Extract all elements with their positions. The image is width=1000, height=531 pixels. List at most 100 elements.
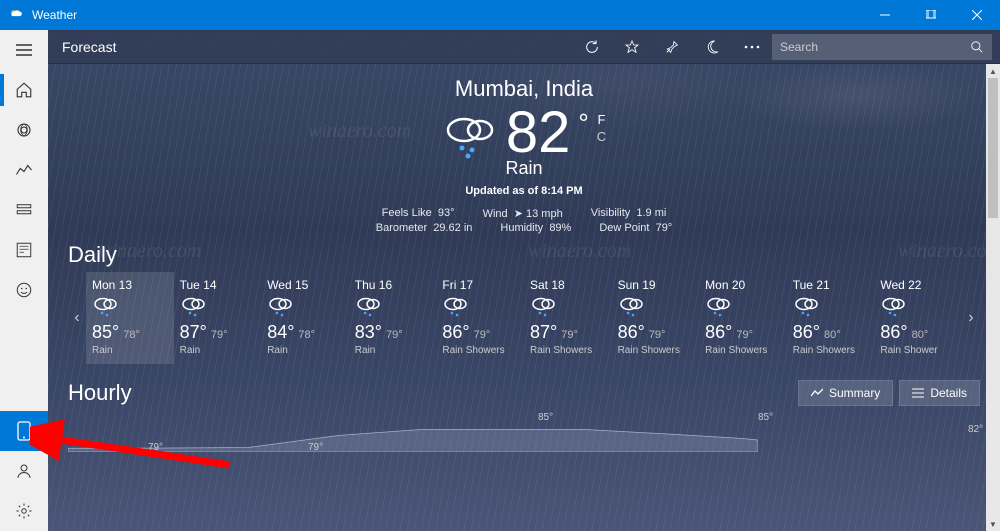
condition-icon — [442, 112, 498, 160]
day-condition: Rain Shower — [880, 345, 958, 356]
details-toggle[interactable]: Details — [899, 380, 980, 406]
sidebar-item-forecast[interactable] — [0, 70, 48, 110]
day-high: 85° — [92, 322, 119, 342]
day-high: 86° — [442, 322, 469, 342]
pin-button[interactable] — [652, 30, 692, 64]
degree-symbol: ° — [578, 108, 588, 139]
day-low: 79° — [561, 329, 578, 341]
command-bar: Forecast — [48, 30, 1000, 64]
updated-text: Updated as of 8:14 PM — [68, 185, 980, 197]
rain-icon — [267, 296, 345, 320]
rain-icon — [618, 296, 696, 320]
daily-card[interactable]: Mon 20 86° 79° Rain Showers — [699, 272, 787, 364]
current-temp: 82 — [506, 104, 571, 162]
location-name: Mumbai, India — [68, 76, 980, 102]
search-input[interactable] — [780, 40, 970, 54]
daily-card[interactable]: Thu 1683°79°Rain — [349, 272, 437, 364]
unit-celsius[interactable]: C — [597, 129, 606, 146]
app-icon — [0, 8, 32, 22]
stat-barometer: Barometer 29.62 in — [376, 222, 473, 234]
sidebar-item-historical[interactable] — [0, 150, 48, 190]
scroll-down-button[interactable]: ▼ — [986, 517, 1000, 531]
day-high: 86° — [793, 322, 820, 342]
day-label: Sun 19 — [618, 278, 696, 292]
sidebar-item-maps[interactable] — [0, 110, 48, 150]
search-icon — [970, 40, 984, 54]
rain-icon — [705, 296, 783, 320]
rain-icon — [530, 296, 608, 320]
list-icon — [912, 388, 924, 398]
maximize-button[interactable] — [908, 0, 954, 30]
rain-icon — [442, 296, 520, 320]
daily-card[interactable]: Mon 13 85° 78° Rain — [86, 272, 174, 364]
favorite-button[interactable] — [612, 30, 652, 64]
day-label: Mon 13 — [92, 278, 170, 292]
daily-card[interactable]: Sun 19 86° 79° Rain Showers — [612, 272, 700, 364]
day-label: Wed 15 — [267, 278, 345, 292]
stat-feels-like: Feels Like 93° — [382, 207, 455, 220]
hourly-temp-label: 79° — [308, 442, 323, 453]
day-low: 78° — [123, 329, 140, 341]
hourly-chart: 79° 79° 85° 85° 82° — [68, 412, 980, 462]
day-low: 79° — [211, 329, 228, 341]
day-label: Sat 18 — [530, 278, 608, 292]
daily-card[interactable]: Fri 1786°79°Rain Showers — [436, 272, 524, 364]
hourly-heading: Hourly — [68, 380, 792, 406]
page-title: Forecast — [56, 39, 116, 55]
day-label: Fri 17 — [442, 278, 520, 292]
stat-visibility: Visibility 1.9 mi — [591, 207, 667, 220]
hamburger-button[interactable] — [0, 30, 48, 70]
day-condition: Rain Showers — [705, 345, 783, 356]
daily-next-button[interactable]: › — [962, 272, 980, 364]
day-condition: Rain Showers — [530, 345, 608, 356]
more-button[interactable] — [732, 30, 772, 64]
day-low: 78° — [298, 329, 315, 341]
hourly-temp-label: 85° — [538, 412, 553, 423]
current-weather: Mumbai, India 82 ° F C Rain Updated as o… — [68, 76, 980, 234]
day-low: 80° — [824, 329, 841, 341]
day-high: 86° — [618, 322, 645, 342]
day-label: Mon 20 — [705, 278, 783, 292]
sidebar-item-news[interactable] — [0, 230, 48, 270]
day-high: 86° — [705, 322, 732, 342]
sidebar-item-feedback[interactable] — [0, 270, 48, 310]
refresh-button[interactable] — [572, 30, 612, 64]
minimize-button[interactable] — [862, 0, 908, 30]
daily-card[interactable]: Wed 1584°78°Rain — [261, 272, 349, 364]
daily-prev-button[interactable]: ‹ — [68, 272, 86, 364]
search-box[interactable] — [772, 34, 992, 60]
scroll-thumb[interactable] — [988, 78, 998, 218]
summary-toggle[interactable]: Summary — [798, 380, 893, 406]
hourly-temp-label: 82° — [968, 424, 983, 435]
day-condition: Rain — [267, 345, 345, 356]
day-high: 86° — [880, 322, 907, 342]
day-label: Tue 14 — [180, 278, 258, 292]
daily-card[interactable]: Tue 2186°80°Rain Showers — [787, 272, 875, 364]
vertical-scrollbar[interactable]: ▲ ▼ — [986, 64, 1000, 531]
day-condition: Rain — [180, 345, 258, 356]
sidebar-item-settings[interactable] — [0, 491, 48, 531]
daily-card[interactable]: Sat 18 87° 79° Rain Showers — [524, 272, 612, 364]
day-high: 83° — [355, 322, 382, 342]
hourly-temp-label: 79° — [148, 442, 163, 453]
day-low: 79° — [386, 329, 403, 341]
day-label: Tue 21 — [793, 278, 871, 292]
unit-fahrenheit[interactable]: F — [597, 112, 606, 129]
sidebar-item-account[interactable] — [0, 451, 48, 491]
hourly-temp-label: 85° — [758, 412, 773, 423]
stat-wind: Wind ➤ 13 mph — [483, 207, 563, 220]
day-high: 87° — [180, 322, 207, 342]
close-button[interactable] — [954, 0, 1000, 30]
day-condition: Rain Showers — [618, 345, 696, 356]
daily-card[interactable]: Wed 2286°80°Rain Shower — [874, 272, 962, 364]
scroll-up-button[interactable]: ▲ — [986, 64, 1000, 78]
day-high: 87° — [530, 322, 557, 342]
day-low: 79° — [736, 329, 753, 341]
day-low: 79° — [649, 329, 666, 341]
sidebar-item-favorites[interactable] — [0, 190, 48, 230]
daily-card[interactable]: Tue 14 87° 79° Rain — [174, 272, 262, 364]
theme-button[interactable] — [692, 30, 732, 64]
sidebar-item-mobile[interactable] — [0, 411, 48, 451]
day-condition: Rain — [92, 345, 170, 356]
titlebar: Weather — [0, 0, 1000, 30]
